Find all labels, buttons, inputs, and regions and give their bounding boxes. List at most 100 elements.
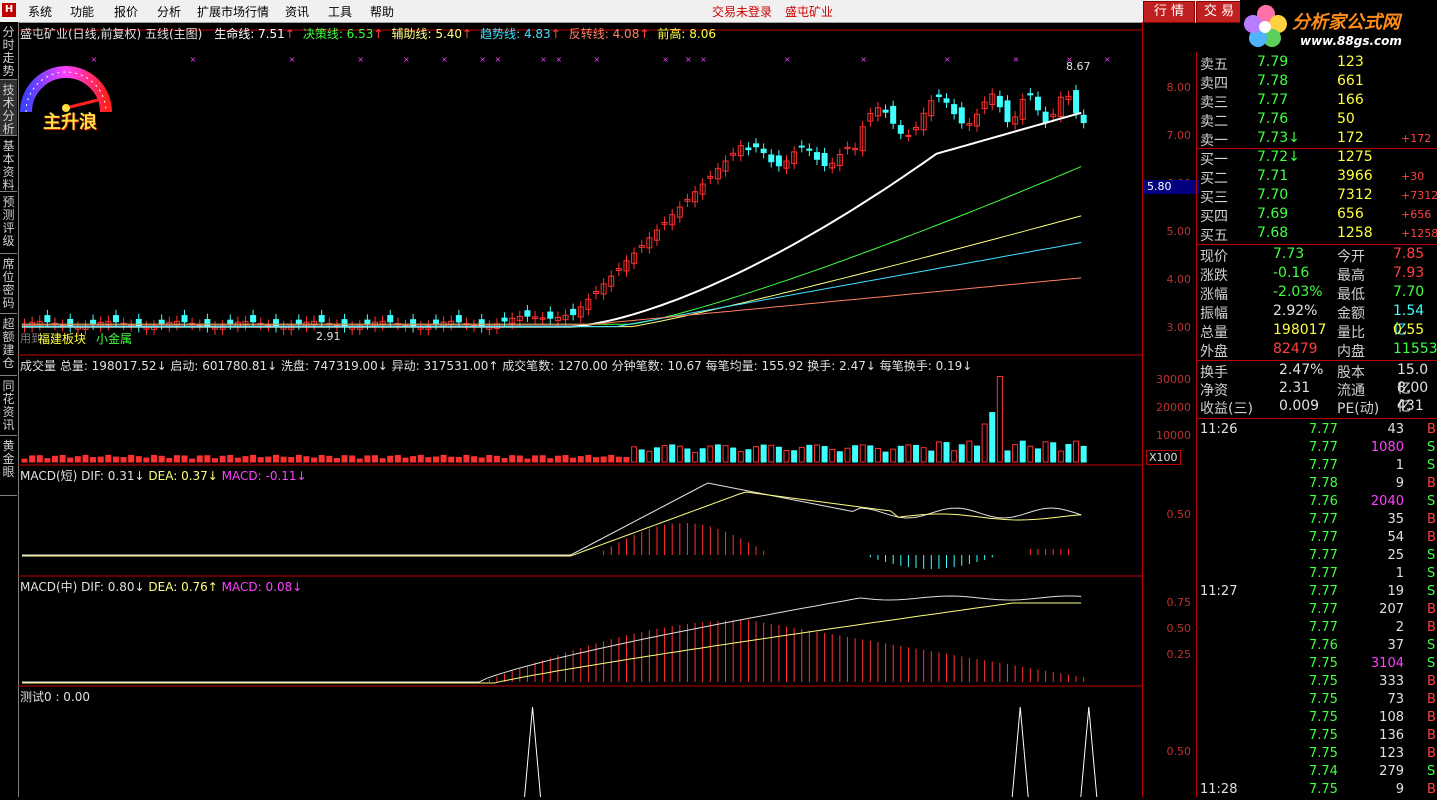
sector-label-1[interactable]: 福建板块 bbox=[38, 330, 86, 347]
macd-mid-macd: MACD: 0.08↓ bbox=[221, 580, 303, 594]
volume-bar bbox=[417, 454, 424, 463]
volume-bar bbox=[120, 457, 127, 463]
candle-body bbox=[798, 145, 805, 148]
left-tab-6[interactable]: 同花资讯 bbox=[0, 376, 17, 436]
menu-help[interactable]: 帮助 bbox=[370, 3, 394, 20]
candle-body bbox=[897, 125, 904, 134]
volume-bar bbox=[570, 457, 577, 463]
volume-bar bbox=[638, 449, 645, 463]
volume-bar bbox=[966, 440, 973, 463]
left-tab-4[interactable]: 席位密码 bbox=[0, 254, 17, 314]
volume-bar bbox=[212, 458, 218, 463]
tick-price: 7.77 bbox=[1309, 530, 1338, 545]
left-tab-3[interactable]: 预测评级 bbox=[0, 192, 17, 254]
volume-bar bbox=[600, 456, 607, 463]
ask-label: 卖三 bbox=[1200, 95, 1228, 111]
volume-bar bbox=[1057, 450, 1064, 463]
ma-legend-item: 反转线: 4.08 bbox=[568, 27, 640, 41]
signal-marker: × bbox=[441, 55, 448, 64]
volume-bar bbox=[844, 447, 851, 463]
menu-quote[interactable]: 报价 bbox=[114, 3, 138, 20]
signal-marker: × bbox=[594, 55, 601, 64]
quote-value: 115538 bbox=[1393, 341, 1437, 357]
volume-bar bbox=[615, 456, 622, 463]
bid-price: 7.69 bbox=[1257, 206, 1289, 222]
up-arrow-icon: ↑ bbox=[284, 27, 295, 41]
fund-label: PE(动) bbox=[1337, 401, 1380, 417]
candle-body bbox=[158, 319, 165, 325]
tick-price: 7.77 bbox=[1309, 584, 1338, 599]
volume-bar bbox=[1065, 443, 1072, 463]
candle-body bbox=[547, 311, 554, 319]
menu-ext-market[interactable]: 扩展市场行情 bbox=[197, 3, 269, 20]
menu-news[interactable]: 资讯 bbox=[285, 3, 309, 20]
volume-bar bbox=[402, 457, 409, 463]
sector-label-2[interactable]: 小金属 bbox=[96, 330, 132, 347]
volume-bar bbox=[653, 447, 660, 463]
trade-button[interactable]: 交 易 bbox=[1196, 1, 1242, 23]
macd-mid-legend: MACD(中) DIF: 0.80↓ DEA: 0.76↑ MACD: 0.08… bbox=[20, 578, 302, 595]
quote-value: 198017 bbox=[1273, 322, 1327, 338]
tick-time: 11:26 bbox=[1200, 422, 1238, 437]
volume-bar bbox=[768, 444, 775, 463]
volume-bar bbox=[547, 458, 554, 463]
tick-side: B bbox=[1427, 620, 1436, 635]
tick-volume: 2040 bbox=[1370, 494, 1404, 509]
candle-body bbox=[935, 94, 942, 97]
macd-short-dif bbox=[22, 482, 1082, 556]
left-tab-0[interactable]: 分时走势 bbox=[0, 22, 17, 80]
volume-bar bbox=[920, 447, 927, 463]
macd-mid-dif bbox=[22, 595, 1082, 683]
candle-body bbox=[432, 319, 439, 325]
left-tab-2[interactable]: 基本资料 bbox=[0, 136, 17, 192]
left-tab-1[interactable]: 技术分析 bbox=[0, 80, 17, 136]
volume-bar bbox=[1042, 441, 1049, 463]
candle-body bbox=[318, 315, 325, 323]
candle-body bbox=[524, 310, 531, 317]
ma-legend-item: 生命线: 7.51 bbox=[214, 27, 285, 41]
volume-bar bbox=[189, 458, 196, 463]
menu-system[interactable]: 系统 bbox=[28, 3, 52, 20]
menu-analysis[interactable]: 分析 bbox=[157, 3, 181, 20]
tick-volume: 35 bbox=[1387, 512, 1404, 527]
volume-bar bbox=[760, 444, 767, 463]
candle-body bbox=[1073, 90, 1080, 114]
candle-body bbox=[1080, 114, 1087, 124]
macd-short-dea: DEA: 0.37↓ bbox=[148, 469, 218, 483]
volume-bar bbox=[577, 456, 584, 463]
signal-marker: × bbox=[357, 55, 364, 64]
volume-bar bbox=[372, 455, 379, 463]
signal-marker: × bbox=[944, 55, 951, 64]
volume-bar bbox=[684, 448, 691, 463]
left-tab-7[interactable]: 黄金眼 bbox=[0, 436, 17, 496]
menu-tools[interactable]: 工具 bbox=[328, 3, 352, 20]
volume-bar bbox=[897, 445, 904, 463]
trade-login-status[interactable]: 交易未登录 bbox=[712, 3, 772, 20]
fund-label: 股本 bbox=[1337, 365, 1365, 381]
signal-marker: × bbox=[494, 55, 501, 64]
left-tab-5[interactable]: 超额建仓 bbox=[0, 314, 17, 376]
tick-side: B bbox=[1427, 674, 1436, 689]
test-axis-label: 0.50 bbox=[1166, 745, 1192, 758]
macd-short-legend: MACD(短) DIF: 0.31↓ DEA: 0.37↓ MACD: -0.1… bbox=[20, 467, 307, 484]
signal-marker: × bbox=[685, 55, 692, 64]
volume-bar bbox=[981, 423, 988, 463]
bid-price: 7.70 bbox=[1257, 187, 1289, 203]
volume-bar bbox=[173, 455, 180, 463]
signal-spike bbox=[524, 706, 542, 798]
volume-bar bbox=[798, 446, 805, 463]
signal-marker: × bbox=[860, 55, 867, 64]
macd-short-macd: MACD: -0.11↓ bbox=[221, 469, 307, 483]
candle-body bbox=[455, 315, 462, 323]
volume-bar bbox=[714, 444, 721, 463]
menu-bar: H 系统 功能 报价 分析 扩展市场行情 资讯 工具 帮助 交易未登录 盛屯矿业… bbox=[0, 0, 1437, 23]
macd-mid-axis-label: 0.25 bbox=[1166, 648, 1192, 661]
quote-button[interactable]: 行 情 bbox=[1143, 1, 1195, 23]
menu-function[interactable]: 功能 bbox=[70, 3, 94, 20]
volume-bar bbox=[257, 457, 264, 463]
macd-short-dif: DIF: 0.31↓ bbox=[81, 469, 145, 483]
chart-canvas[interactable]: × × × × × × × × × × × × × × × × × × × × bbox=[18, 22, 1142, 798]
volume-bar bbox=[1080, 445, 1087, 463]
candle-body bbox=[958, 107, 965, 124]
brand-url[interactable]: www.88gs.com bbox=[1300, 34, 1402, 48]
